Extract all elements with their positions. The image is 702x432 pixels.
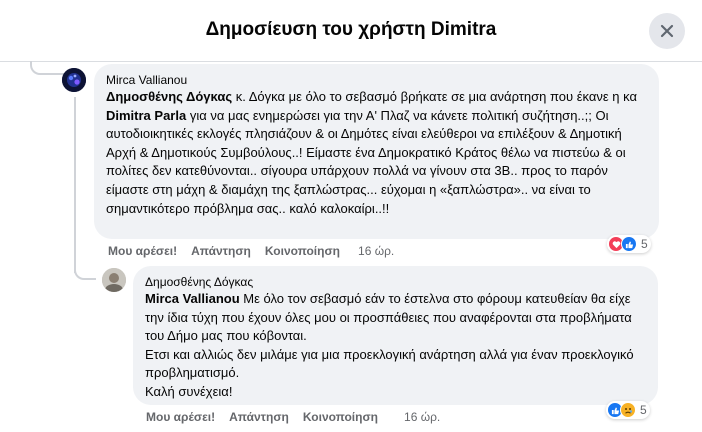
like-reaction-icon [621, 236, 637, 252]
comment-time[interactable]: 16 ώρ. [404, 410, 440, 424]
reaction-count: 5 [641, 237, 648, 251]
mention-link[interactable]: Δημοσθένης Δόγκας [106, 89, 232, 104]
like-button[interactable]: Μου αρέσει! [146, 410, 215, 424]
comment-author[interactable]: Δημοσθένης Δόγκας [145, 274, 646, 290]
thread-line-reply [74, 262, 96, 280]
dialog-title: Δημοσίευση του χρήστη Dimitra [205, 19, 497, 40]
avatar-mirca[interactable] [62, 68, 86, 92]
scrollbar[interactable] [692, 62, 702, 432]
reply-button[interactable]: Απάντηση [229, 410, 289, 424]
sad-reaction-icon [620, 402, 636, 418]
comment-actions-2: Μου αρέσει! Απάντηση Κοινοποίηση 16 ώρ. [146, 410, 440, 424]
share-button[interactable]: Κοινοποίηση [303, 410, 378, 424]
reaction-count: 5 [640, 403, 647, 417]
reaction-summary-1[interactable]: 5 [607, 235, 651, 253]
comment-text: Δημοσθένης Δόγκας κ. Δόγκα με όλο το σεβ… [106, 89, 638, 216]
thread-line-main [74, 97, 76, 273]
comment-author[interactable]: Mirca Vallianou [106, 72, 647, 88]
comment-actions-1: Μου αρέσει! Απάντηση Κοινοποίηση 16 ώρ. [108, 244, 394, 258]
comment-text: Mirca Vallianou Με όλο τον σεβασμό εάν τ… [145, 291, 634, 399]
close-button[interactable] [649, 13, 685, 49]
dialog-header: Δημοσίευση του χρήστη Dimitra [0, 0, 702, 62]
like-button[interactable]: Μου αρέσει! [108, 244, 177, 258]
avatar-image [62, 68, 86, 92]
share-button[interactable]: Κοινοποίηση [265, 244, 340, 258]
reaction-summary-2[interactable]: 5 [606, 401, 650, 419]
comment-bubble-1: Mirca Vallianou Δημοσθένης Δόγκας κ. Δόγ… [94, 64, 659, 239]
mention-link[interactable]: Dimitra Parla [106, 108, 186, 123]
comment-time[interactable]: 16 ώρ. [358, 244, 394, 258]
avatar-dimosthenis[interactable] [102, 268, 126, 292]
mention-link[interactable]: Mirca Vallianou [145, 291, 240, 306]
avatar-image [102, 268, 126, 292]
reply-button[interactable]: Απάντηση [191, 244, 251, 258]
comment-bubble-2: Δημοσθένης Δόγκας Mirca Vallianou Με όλο… [133, 266, 658, 405]
close-icon [660, 24, 674, 38]
